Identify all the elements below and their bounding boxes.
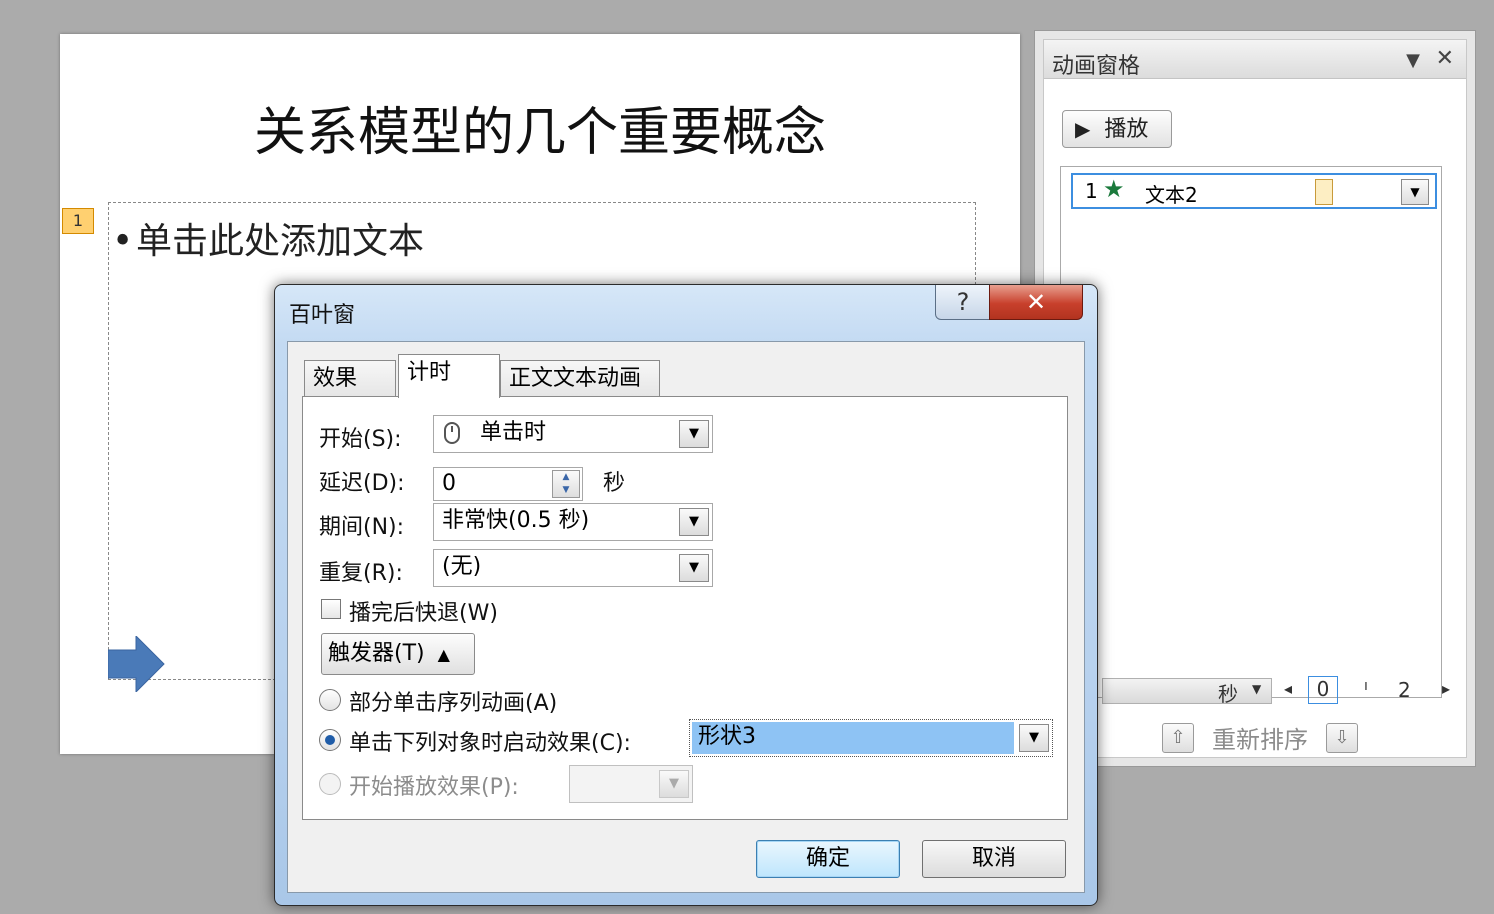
dialog-body: 效果 计时 正文文本动画 开始(S): 单击时 ▼ 延迟(D): 0 ▲ ▼ 秒 … [287, 341, 1085, 893]
start-select-value: 单击时 [480, 420, 547, 445]
slide-title[interactable]: 关系模型的几个重要概念 [60, 90, 1020, 165]
trigger-button[interactable]: 触发器(T) ▲ [321, 633, 475, 675]
play-effect-radio-label: 开始播放效果(P): [349, 775, 519, 800]
green-star-icon: ★ [1103, 175, 1125, 203]
sequence-radio[interactable] [319, 689, 341, 711]
chevron-down-icon: ▼ [659, 770, 689, 798]
click-object-radio[interactable] [319, 729, 341, 751]
chevron-down-icon[interactable]: ▼ [679, 420, 709, 448]
spinner-arrows-icon[interactable]: ▲ ▼ [552, 470, 580, 498]
start-select[interactable]: 单击时 ▼ [433, 415, 713, 453]
timeline-tick: ı [1364, 678, 1368, 694]
delay-unit: 秒 [603, 471, 626, 496]
chevron-down-icon[interactable]: ▼ [1406, 50, 1420, 71]
ok-button[interactable]: 确定 [756, 840, 900, 878]
duration-select[interactable]: 非常快(0.5 秒) ▼ [433, 503, 713, 541]
play-icon: ▶ [1075, 117, 1091, 141]
delay-stepper[interactable]: 0 ▲ ▼ [433, 467, 583, 501]
animation-list[interactable]: 1 ★ 文本2 ▼ [1060, 166, 1442, 698]
right-arrow-shape[interactable] [108, 636, 168, 692]
animation-pane-title: 动画窗格 [1052, 54, 1141, 79]
animation-pane-body: 动画窗格 ▼ ✕ ▶ 播放 1 ★ 文本2 ▼ 秒 ▼ ◂ 0 ı 2 ▸ ⇧ … [1043, 39, 1467, 758]
delay-value: 0 [442, 471, 456, 496]
chevron-down-icon[interactable]: ▼ [1019, 724, 1049, 752]
timeline-ruler: 秒 ▼ ◂ 0 ı 2 ▸ [1102, 676, 1458, 706]
play-button[interactable]: ▶ 播放 [1062, 110, 1172, 148]
timing-panel: 开始(S): 单击时 ▼ 延迟(D): 0 ▲ ▼ 秒 期间(N): 非常快(0.… [302, 396, 1068, 820]
repeat-select-value: (无) [442, 554, 482, 579]
collapse-up-icon: ▲ [437, 645, 450, 664]
animation-item-number: 1 [1085, 179, 1098, 203]
bullet-icon: • [112, 221, 134, 262]
play-effect-radio[interactable] [319, 773, 341, 795]
animation-item-name: 文本2 [1145, 183, 1198, 207]
tab-timing[interactable]: 计时 [398, 354, 500, 398]
close-button[interactable]: ✕ [989, 285, 1083, 320]
scroll-right-icon[interactable]: ▸ [1442, 679, 1450, 698]
dialog-title: 百叶窗 [289, 303, 356, 328]
mouse-icon [444, 422, 460, 444]
sequence-radio-label[interactable]: 部分单击序列动画(A) [349, 685, 557, 717]
timeline-mark: 2 [1398, 678, 1411, 702]
timeline-scrollbar[interactable] [1102, 678, 1272, 704]
trigger-button-label: 触发器(T) [328, 641, 425, 666]
timeline-unit[interactable]: 秒 [1218, 678, 1238, 707]
rewind-checkbox[interactable] [321, 599, 341, 619]
click-object-radio-label[interactable]: 单击下列对象时启动效果(C): [349, 725, 631, 757]
play-effect-select: ▼ [569, 765, 693, 803]
close-icon[interactable]: ✕ [1436, 46, 1454, 71]
chevron-down-icon[interactable]: ▼ [679, 554, 709, 582]
timing-bar[interactable] [1315, 179, 1333, 205]
chevron-down-icon[interactable]: ▼ [679, 508, 709, 536]
animation-pane: 动画窗格 ▼ ✕ ▶ 播放 1 ★ 文本2 ▼ 秒 ▼ ◂ 0 ı 2 ▸ ⇧ … [1034, 30, 1476, 767]
placeholder-text-line[interactable]: •单击此处添加文本 [112, 212, 425, 264]
reorder-label: 重新排序 [1212, 726, 1308, 754]
trigger-object-select[interactable]: 形状3 ▼ [689, 719, 1053, 757]
trigger-object-value: 形状3 [698, 724, 756, 749]
help-button[interactable]: ? [935, 285, 991, 320]
cancel-button[interactable]: 取消 [922, 840, 1066, 878]
start-label: 开始(S): [319, 427, 402, 452]
reorder-controls: ⇧ 重新排序 ⇩ [1162, 720, 1358, 755]
tab-text-animation[interactable]: 正文文本动画 [500, 360, 660, 396]
repeat-label: 重复(R): [319, 561, 403, 586]
delay-label: 延迟(D): [319, 471, 405, 496]
placeholder-text: 单击此处添加文本 [136, 221, 425, 262]
repeat-select[interactable]: (无) ▼ [433, 549, 713, 587]
tab-effect[interactable]: 效果 [304, 360, 396, 396]
duration-select-value: 非常快(0.5 秒) [442, 508, 590, 533]
chevron-down-icon[interactable]: ▼ [1252, 682, 1261, 696]
rewind-label[interactable]: 播完后快退(W) [349, 595, 498, 627]
scroll-left-icon[interactable]: ◂ [1284, 679, 1292, 698]
move-down-icon[interactable]: ⇩ [1326, 722, 1358, 753]
move-up-icon[interactable]: ⇧ [1162, 722, 1194, 753]
animation-order-tag[interactable]: 1 [62, 208, 94, 234]
timeline-start: 0 [1308, 676, 1338, 704]
animation-list-item[interactable]: 1 ★ 文本2 ▼ [1071, 173, 1437, 209]
chevron-down-icon[interactable]: ▼ [1401, 179, 1429, 205]
animation-pane-header: 动画窗格 ▼ ✕ [1044, 40, 1466, 79]
play-button-label: 播放 [1104, 117, 1149, 142]
blinds-effect-dialog: 百叶窗 ? ✕ 效果 计时 正文文本动画 开始(S): 单击时 ▼ 延迟(D):… [274, 284, 1098, 906]
duration-label: 期间(N): [319, 515, 405, 540]
